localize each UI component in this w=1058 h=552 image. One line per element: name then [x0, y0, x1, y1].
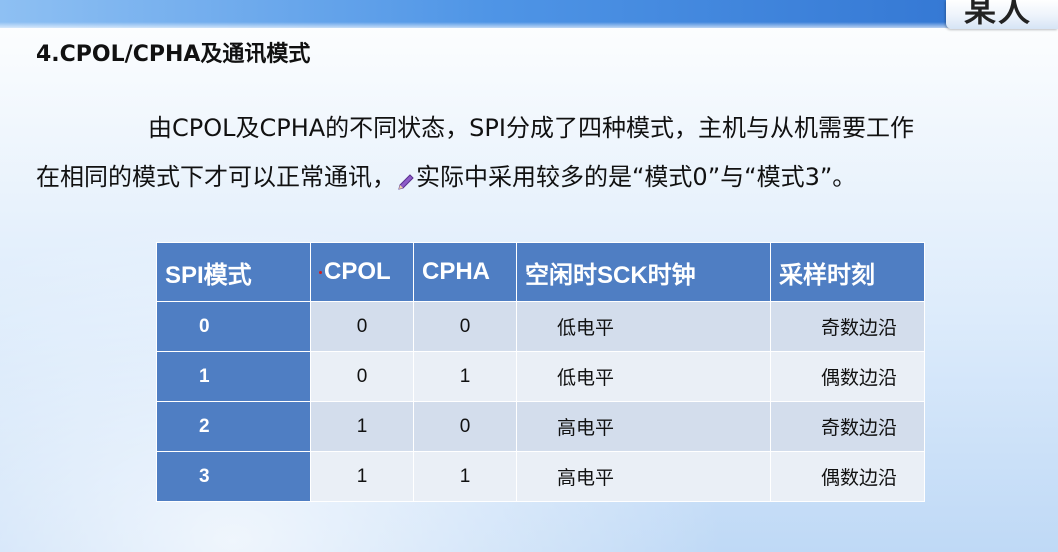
sck-idle-cell: 低电平 — [516, 301, 771, 352]
table-header-row: SPI模式 CPOL CPHA 空闲时SCK时钟 采样时刻 — [156, 242, 925, 302]
header-spi-mode: SPI模式 — [156, 242, 311, 302]
header-cpol-label: CPOL — [324, 258, 391, 285]
sample-time-cell: 偶数边沿 — [770, 451, 925, 502]
cpol-cell: 1 — [310, 451, 414, 502]
sck-idle-cell: 低电平 — [516, 351, 771, 402]
sck-idle-cell: 高电平 — [516, 401, 771, 452]
mode-cell: 2 — [156, 401, 311, 452]
cpol-cell: 0 — [310, 351, 414, 402]
table-row: 1 0 1 低电平 偶数边沿 — [156, 351, 925, 402]
sample-time-cell: 奇数边沿 — [770, 301, 925, 352]
mode-cell: 0 — [156, 301, 311, 352]
cpha-cell: 1 — [413, 451, 517, 502]
header-cpol: CPOL — [310, 242, 414, 302]
paragraph-line-2: 在相同的模式下才可以正常通讯， 实际中采用较多的是“模式0”与“模式3”。 — [36, 157, 856, 192]
spi-mode-table: SPI模式 CPOL CPHA 空闲时SCK时钟 采样时刻 0 0 0 低电平 … — [156, 242, 925, 502]
sample-time-cell: 偶数边沿 — [770, 351, 925, 402]
sample-time-cell: 奇数边沿 — [770, 401, 925, 452]
cursor-dot — [319, 271, 322, 275]
corner-tab: 某人 — [946, 0, 1058, 29]
paragraph-line-1: 由CPOL及CPHA的不同状态，SPI分成了四种模式，主机与从机需要工作 — [148, 114, 914, 142]
mode-cell: 1 — [156, 351, 311, 402]
cpha-cell: 0 — [413, 401, 517, 452]
mode-cell: 3 — [156, 451, 311, 502]
paragraph-line-2-end: 实际中采用较多的是“模式0”与“模式3”。 — [416, 163, 857, 191]
top-banner — [0, 0, 1058, 28]
table-row: 2 1 0 高电平 奇数边沿 — [156, 401, 925, 452]
pen-icon — [397, 169, 415, 190]
table-row: 3 1 1 高电平 偶数边沿 — [156, 451, 925, 502]
sck-idle-cell: 高电平 — [516, 451, 771, 502]
slide: 某人 4.CPOL/CPHA及通讯模式 由CPOL及CPHA的不同状态，SPI分… — [0, 0, 1058, 552]
cpha-cell: 1 — [413, 351, 517, 402]
header-sample-time: 采样时刻 — [770, 242, 925, 302]
header-idle-sck-clock: 空闲时SCK时钟 — [516, 242, 771, 302]
paragraph-line-2-start: 在相同的模式下才可以正常通讯， — [36, 163, 396, 191]
cpol-cell: 1 — [310, 401, 414, 452]
table-row: 0 0 0 低电平 奇数边沿 — [156, 301, 925, 352]
header-cpha: CPHA — [413, 242, 517, 302]
corner-tab-text: 某人 — [964, 0, 1033, 29]
cpha-cell: 0 — [413, 301, 517, 352]
slide-title: 4.CPOL/CPHA及通讯模式 — [36, 42, 311, 67]
cpol-cell: 0 — [310, 301, 414, 352]
